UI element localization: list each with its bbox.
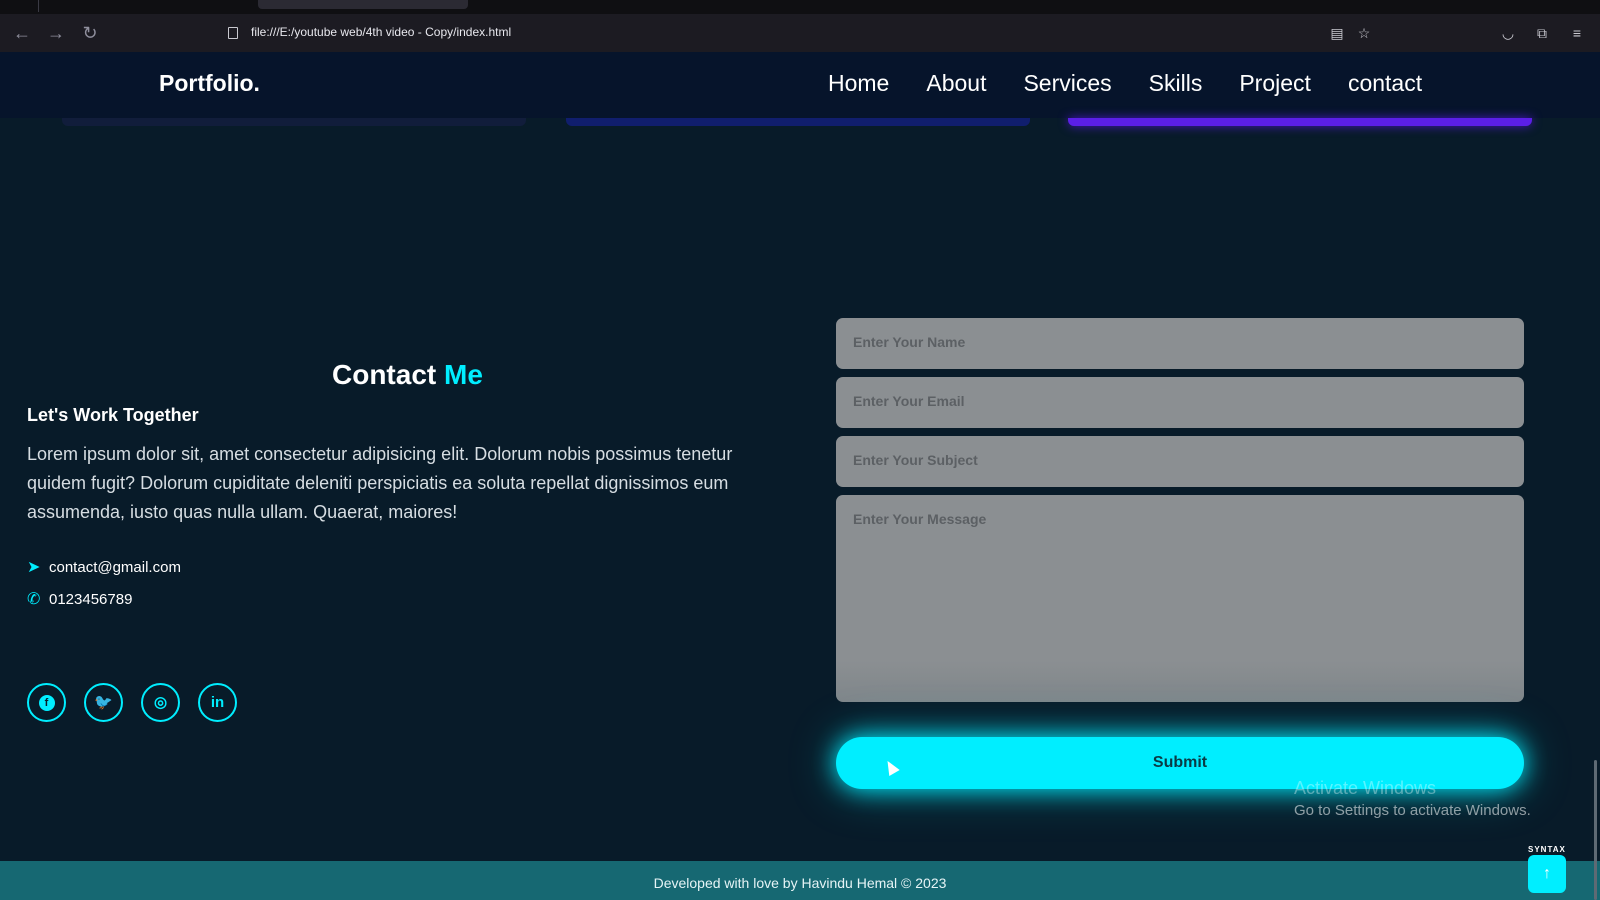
browser-toolbar: ← → ↻ file:///E:/youtube web/4th video -… bbox=[0, 14, 1600, 52]
social-links: f 🐦 ◎ in bbox=[27, 683, 237, 722]
arrow-up-icon: ↑ bbox=[1543, 865, 1551, 882]
forward-icon[interactable]: → bbox=[43, 20, 69, 46]
nav-services[interactable]: Services bbox=[1023, 70, 1111, 97]
phone-icon: ✆ bbox=[27, 591, 41, 608]
reload-icon[interactable]: ↻ bbox=[77, 20, 103, 46]
project-card-edge bbox=[566, 118, 1030, 126]
site-header: Portfolio. Home About Services Skills Pr… bbox=[0, 52, 1600, 118]
star-icon[interactable]: ☆ bbox=[1354, 23, 1374, 43]
back-icon[interactable]: ← bbox=[9, 20, 35, 46]
page-scrollbar[interactable] bbox=[1594, 760, 1597, 900]
nav-home[interactable]: Home bbox=[828, 70, 889, 97]
channel-watermark: SYNTAX bbox=[1528, 845, 1566, 854]
extensions-icon[interactable]: ⧉ bbox=[1532, 23, 1552, 43]
tab-divider bbox=[38, 0, 39, 12]
phone-text: 0123456789 bbox=[49, 590, 133, 608]
contact-title-accent: Me bbox=[444, 359, 483, 390]
project-card-edge bbox=[62, 118, 526, 126]
address-bar[interactable]: file:///E:/youtube web/4th video - Copy/… bbox=[220, 18, 1380, 48]
nav-project[interactable]: Project bbox=[1239, 70, 1311, 97]
project-card-edge-active bbox=[1068, 118, 1532, 126]
site-logo[interactable]: Portfolio. bbox=[159, 70, 260, 97]
contact-subheading: Let's Work Together bbox=[27, 405, 199, 425]
contact-title: Contact Me bbox=[332, 359, 483, 391]
nav-about[interactable]: About bbox=[926, 70, 986, 97]
url-text[interactable]: file:///E:/youtube web/4th video - Copy/… bbox=[251, 25, 511, 39]
contact-description: Lorem ipsum dolor sit, amet consectetur … bbox=[27, 444, 733, 522]
contact-phone: ✆ 0123456789 bbox=[27, 589, 132, 609]
pocket-icon[interactable]: ◡ bbox=[1498, 23, 1518, 43]
page-icon bbox=[228, 27, 238, 39]
footer-credit: Developed with love by Havindu Hemal © 2… bbox=[653, 875, 947, 891]
facebook-icon[interactable]: f bbox=[27, 683, 66, 722]
nav-skills[interactable]: Skills bbox=[1149, 70, 1203, 97]
active-tab[interactable] bbox=[258, 0, 468, 9]
send-icon: ➤ bbox=[27, 559, 41, 576]
hamburger-menu-icon[interactable]: ≡ bbox=[1567, 23, 1587, 43]
contact-title-main: Contact bbox=[332, 359, 437, 390]
email-text: contact@gmail.com bbox=[49, 558, 181, 576]
email-input[interactable]: Enter Your Email bbox=[836, 377, 1524, 428]
subject-input[interactable]: Enter Your Subject bbox=[836, 436, 1524, 487]
site-footer: Developed with love by Havindu Hemal © 2… bbox=[0, 861, 1600, 900]
scroll-to-top-button[interactable]: ↑ bbox=[1528, 855, 1566, 893]
name-input[interactable]: Enter Your Name bbox=[836, 318, 1524, 369]
nav-contact[interactable]: contact bbox=[1348, 70, 1422, 97]
twitter-icon[interactable]: 🐦 bbox=[84, 683, 123, 722]
message-textarea[interactable]: Enter Your Message bbox=[836, 495, 1524, 702]
main-nav: Home About Services Skills Project conta… bbox=[828, 70, 1459, 97]
contact-email: ➤ contact@gmail.com bbox=[27, 557, 181, 577]
activate-windows-subtitle: Go to Settings to activate Windows. bbox=[1294, 802, 1531, 819]
instagram-icon[interactable]: ◎ bbox=[141, 683, 180, 722]
activate-windows-title: Activate Windows bbox=[1294, 778, 1437, 798]
linkedin-icon[interactable]: in bbox=[198, 683, 237, 722]
tab-strip bbox=[0, 0, 1600, 14]
reader-view-icon[interactable]: ▤ bbox=[1327, 23, 1347, 43]
